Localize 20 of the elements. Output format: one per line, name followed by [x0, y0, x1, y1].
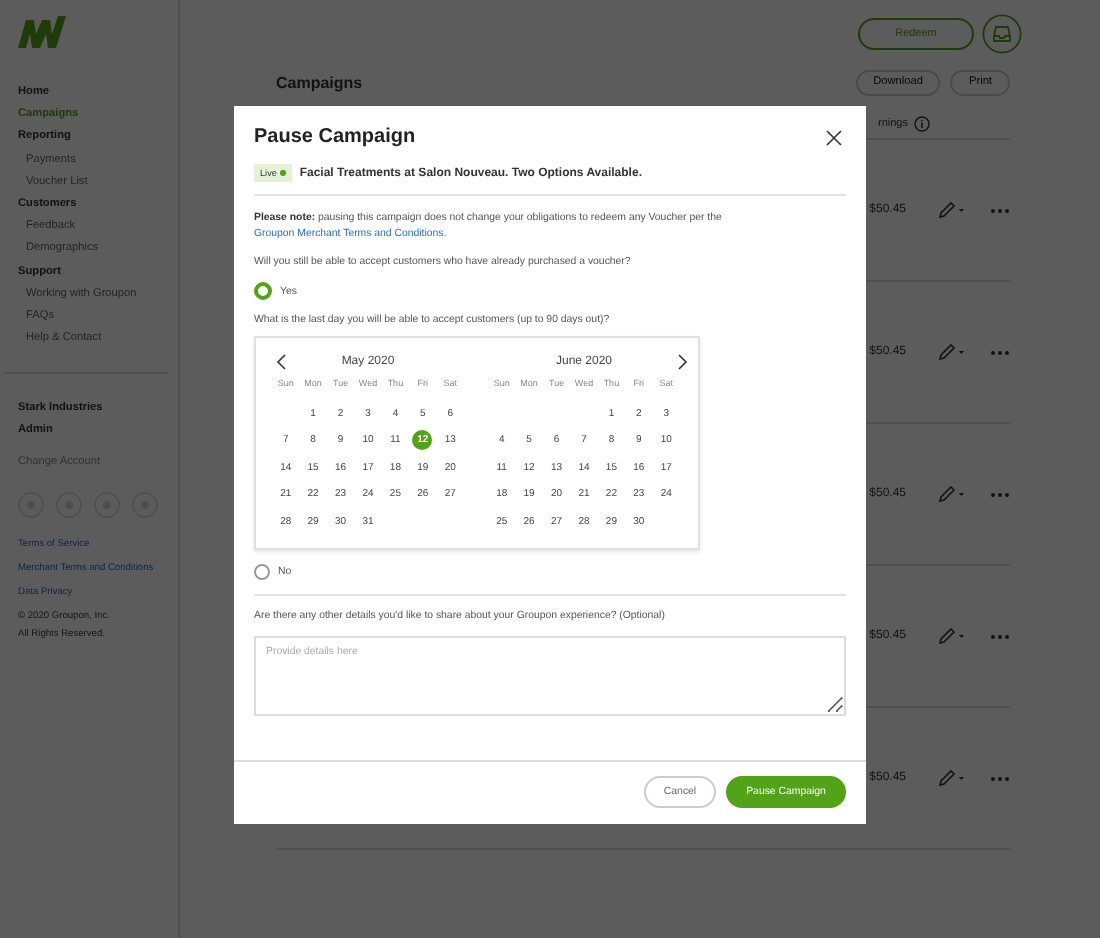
edit-icon[interactable] [938, 202, 966, 218]
inbox-icon[interactable] [982, 14, 1022, 54]
edit-icon[interactable] [938, 344, 966, 360]
more-icon[interactable] [990, 491, 1010, 497]
previous-month-icon[interactable] [276, 354, 286, 370]
radio-button[interactable] [254, 282, 272, 300]
logo-icon [18, 16, 66, 48]
close-icon[interactable] [826, 129, 842, 145]
more-icon[interactable] [990, 349, 1010, 355]
more-icon[interactable] [990, 207, 1010, 213]
radio-button[interactable] [254, 563, 270, 579]
edit-icon[interactable] [938, 770, 966, 786]
page-title: Campaigns [276, 73, 363, 91]
edit-icon[interactable] [938, 486, 966, 502]
dialog-title: Pause Campaign [254, 126, 416, 148]
next-month-icon[interactable] [678, 354, 688, 370]
more-icon[interactable] [990, 633, 1010, 639]
info-icon [914, 116, 930, 132]
more-icon[interactable] [990, 775, 1010, 781]
edit-icon[interactable] [938, 628, 966, 644]
